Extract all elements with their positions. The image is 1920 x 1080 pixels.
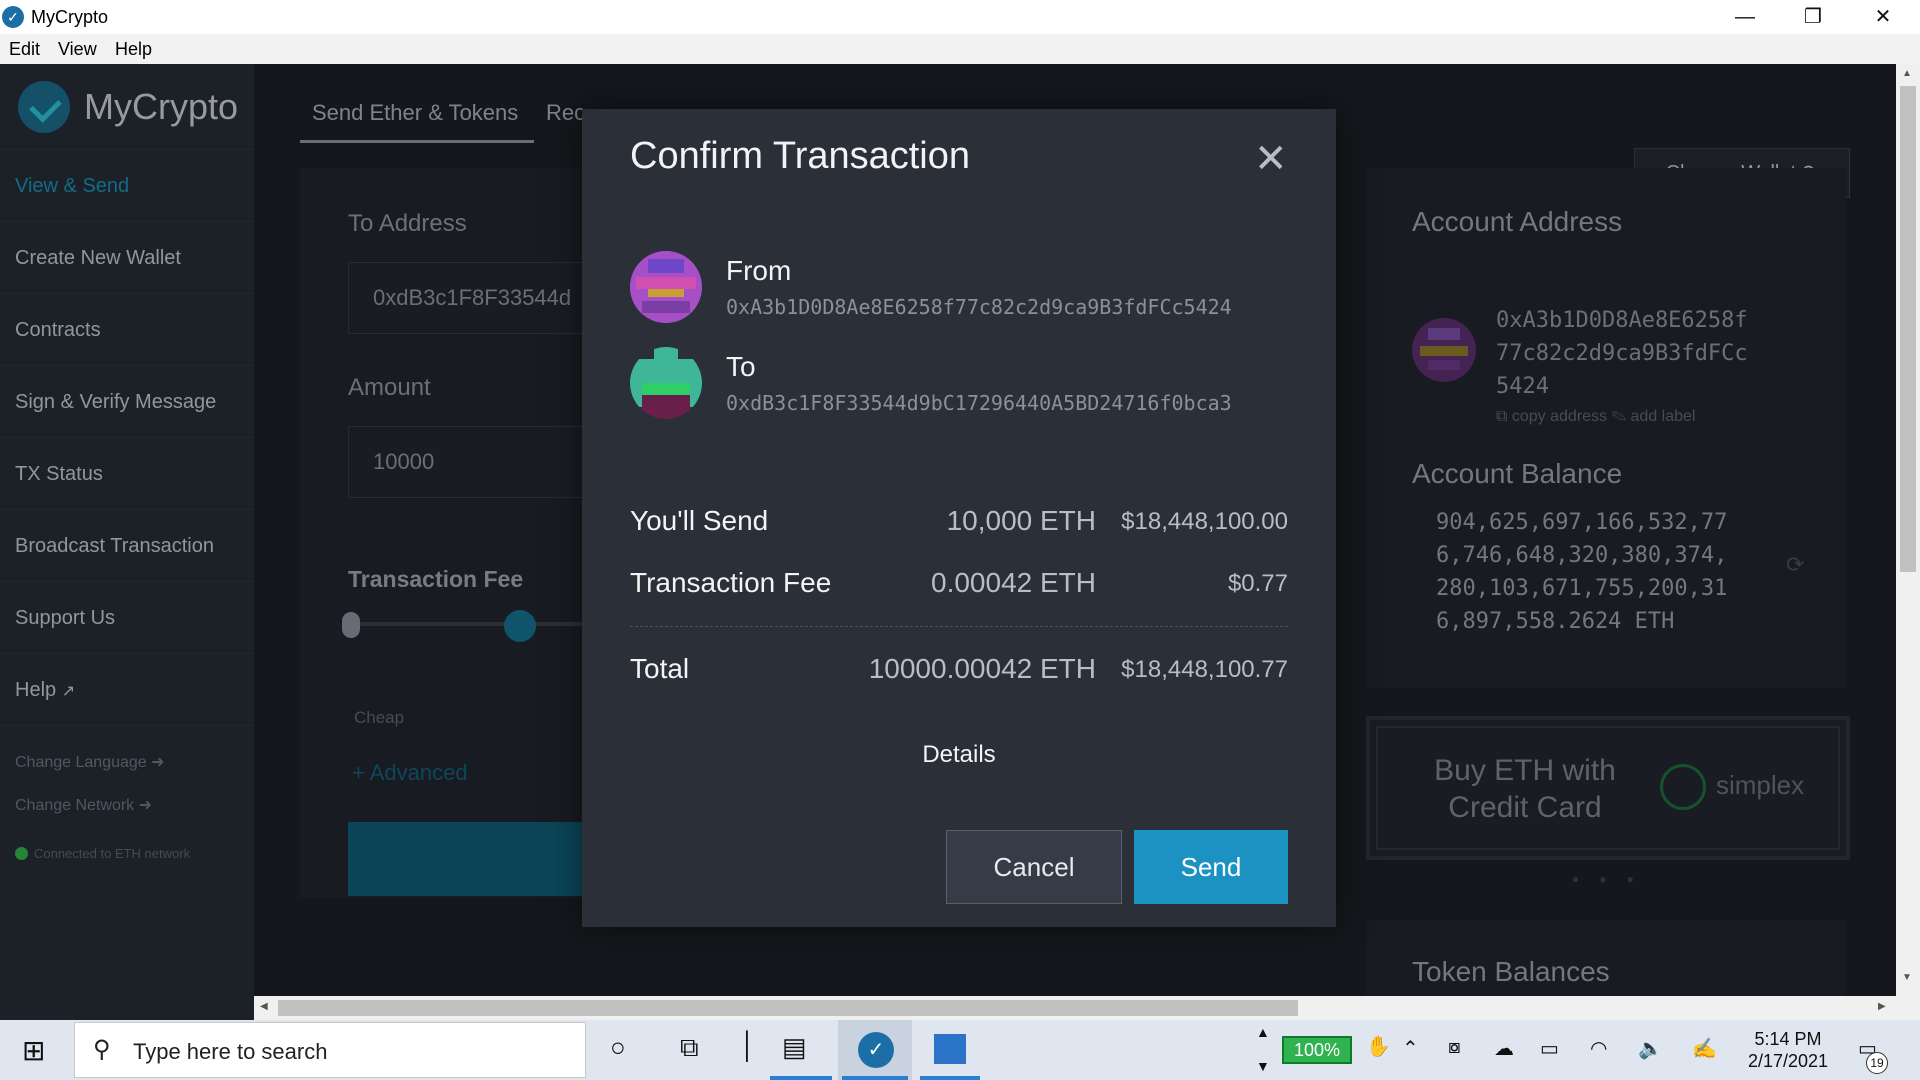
ink-workspace-icon[interactable]: ✍: [1692, 1036, 1717, 1061]
task-view-icon[interactable]: ⧉: [680, 1032, 699, 1064]
clock-time: 5:14 PM: [1754, 1029, 1822, 1049]
active-indicator: [920, 1076, 980, 1080]
confirm-transaction-modal: Confirm Transaction ✕ From 0xA3b1D0D8Ae8…: [582, 109, 1336, 927]
scroll-up-icon[interactable]: ▲: [1902, 68, 1912, 79]
show-hidden-icons[interactable]: ⌃: [1402, 1036, 1419, 1061]
pen-icon[interactable]: ✋: [1366, 1034, 1391, 1059]
clock-date: 2/17/2021: [1747, 1051, 1829, 1071]
notepad-app-icon[interactable]: ▤: [782, 1032, 807, 1063]
cancel-button[interactable]: Cancel: [946, 830, 1122, 904]
restore-button[interactable]: ❐: [1780, 0, 1846, 34]
taskbar-clock[interactable]: 5:14 PM 2/17/2021: [1740, 1028, 1836, 1072]
vertical-scrollbar[interactable]: ▲ ▼: [1896, 64, 1920, 1020]
chevron-up-icon[interactable]: ▲: [1256, 1024, 1270, 1040]
chevron-down-icon[interactable]: ▼: [1256, 1058, 1270, 1074]
menu-view[interactable]: View: [58, 39, 97, 60]
fee-eth-amount: 0.00042 ETH: [931, 567, 1096, 598]
menu-bar: Edit View Help: [0, 34, 1920, 64]
to-label: To: [726, 351, 756, 382]
title-bar: ✓ MyCrypto — ❐ ✕: [0, 0, 1920, 34]
mycrypto-app-icon: ✓: [2, 6, 24, 28]
search-icon: ⚲: [93, 1036, 111, 1063]
active-indicator: [770, 1076, 832, 1080]
divider-icon: │: [740, 1030, 757, 1060]
total-eth-amount: 10000.00042 ETH: [868, 653, 1096, 684]
menu-edit[interactable]: Edit: [9, 39, 40, 60]
details-toggle[interactable]: Details: [582, 741, 1336, 769]
active-indicator: [842, 1076, 908, 1080]
menu-help[interactable]: Help: [115, 39, 152, 60]
taskbar-search[interactable]: ⚲ Type here to search: [74, 1022, 586, 1078]
close-window-button[interactable]: ✕: [1850, 0, 1916, 34]
taskbar: ⊞ ⚲ Type here to search ○ ⧉ │ ▤ ✓ ▲ ▼ 10…: [0, 1020, 1920, 1080]
send-eth-amount: 10,000 ETH: [946, 505, 1096, 536]
to-address: 0xdB3c1F8F33544d9bC17296440A5BD24716f0bc…: [726, 391, 1232, 415]
scroll-left-icon[interactable]: ◀: [260, 1001, 268, 1012]
onedrive-icon[interactable]: ☁: [1494, 1036, 1514, 1061]
summary-divider: [630, 626, 1288, 627]
notification-count-badge: 19: [1866, 1052, 1888, 1074]
send-usd-amount: $18,448,100.00: [1121, 508, 1288, 535]
modal-title: Confirm Transaction: [630, 135, 971, 177]
volume-icon[interactable]: 🔈: [1638, 1036, 1663, 1061]
scroll-down-icon[interactable]: ▼: [1902, 972, 1912, 983]
from-label: From: [726, 255, 792, 286]
horizontal-scrollbar[interactable]: ◀ ▶: [254, 996, 1896, 1020]
youll-send-label: You'll Send: [630, 505, 769, 536]
fee-usd-amount: $0.77: [1227, 570, 1288, 597]
battery-percent-badge[interactable]: 100%: [1282, 1036, 1352, 1064]
window-title: MyCrypto: [31, 7, 109, 27]
to-identicon: [630, 347, 702, 419]
scroll-right-icon[interactable]: ▶: [1878, 1001, 1886, 1012]
windows-start-icon[interactable]: ⊞: [22, 1034, 45, 1067]
minimize-button[interactable]: —: [1712, 0, 1778, 34]
mycrypto-taskbar-icon: ✓: [858, 1032, 894, 1068]
search-placeholder: Type here to search: [133, 1039, 328, 1064]
mycrypto-taskbar-button[interactable]: ✓: [838, 1020, 912, 1080]
wifi-icon[interactable]: ◠: [1590, 1036, 1607, 1061]
from-identicon: [630, 251, 702, 323]
photos-app-icon[interactable]: [934, 1034, 966, 1064]
vertical-scroll-thumb[interactable]: [1900, 86, 1916, 572]
battery-icon[interactable]: ▭: [1540, 1036, 1559, 1061]
total-usd-amount: $18,448,100.77: [1121, 656, 1288, 683]
total-label: Total: [630, 653, 690, 684]
from-address: 0xA3b1D0D8Ae8E6258f77c82c2d9ca9B3fdFCc54…: [726, 295, 1232, 319]
close-icon[interactable]: ✕: [1254, 139, 1288, 179]
send-button[interactable]: Send: [1134, 830, 1288, 904]
meet-now-icon[interactable]: ⧇: [1448, 1036, 1461, 1059]
horizontal-scroll-thumb[interactable]: [278, 1000, 1298, 1016]
cortana-icon[interactable]: ○: [610, 1032, 626, 1063]
